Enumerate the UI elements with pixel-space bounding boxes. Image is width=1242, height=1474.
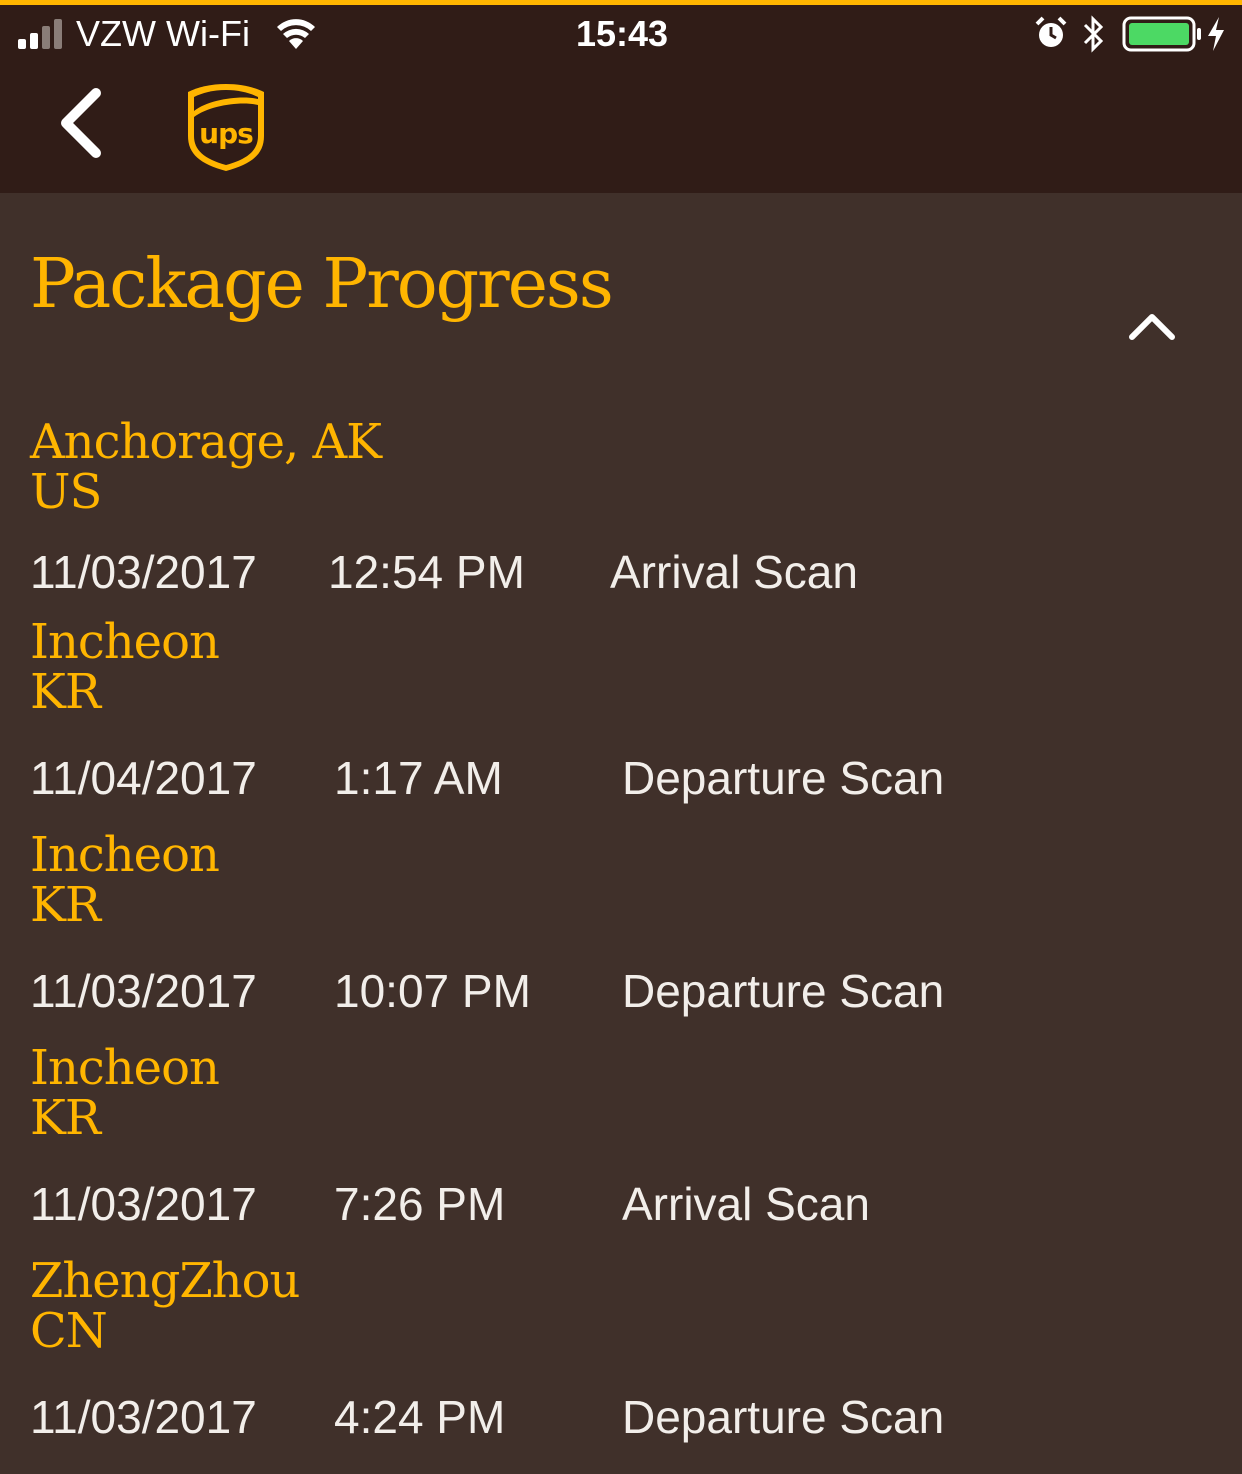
event-date: 11/04/2017 xyxy=(30,752,257,804)
event-time: 10:07 PM xyxy=(334,965,531,1017)
chevron-left-icon xyxy=(61,88,101,158)
event-city: Incheon xyxy=(30,614,220,670)
clock-label: 15:43 xyxy=(576,13,669,54)
carrier-label: VZW Wi-Fi xyxy=(76,13,250,54)
event-city: ZhengZhou xyxy=(30,1253,300,1309)
event-country: CN xyxy=(30,1303,108,1359)
nav-bar: ups xyxy=(0,65,1242,193)
event-details-row: 11/03/2017 4:24 PM Departure Scan xyxy=(30,1390,1220,1443)
event-country: KR xyxy=(30,664,101,720)
signal-strength-icon xyxy=(18,19,62,49)
bluetooth-icon xyxy=(1083,15,1104,53)
event-city: Incheon xyxy=(30,1040,220,1096)
event-time: 4:24 PM xyxy=(334,1391,506,1443)
event-date: 11/03/2017 xyxy=(30,1178,257,1230)
event-country: KR xyxy=(30,877,101,933)
event-details-row: 11/03/2017 12:54 PM Arrival Scan xyxy=(30,545,1220,598)
event-time: 1:17 AM xyxy=(334,752,503,804)
alarm-icon xyxy=(1035,16,1067,47)
event-activity: Arrival Scan xyxy=(622,1178,870,1230)
event-activity: Departure Scan xyxy=(622,965,945,1017)
progress-event: ZhengZhou CN 11/03/2017 4:24 PM Departur… xyxy=(30,1253,1220,1443)
collapse-button[interactable] xyxy=(1126,305,1178,345)
package-progress-section: Package Progress Anchorage, AK US 11/03/… xyxy=(0,193,1242,1474)
status-bar: VZW Wi-Fi 15:43 xyxy=(0,5,1242,65)
event-date: 11/03/2017 xyxy=(30,965,257,1017)
progress-event: Incheon KR 11/03/2017 10:07 PM Departure… xyxy=(30,827,1220,1017)
event-time: 12:54 PM xyxy=(328,546,525,598)
progress-event: Incheon KR 11/03/2017 7:26 PM Arrival Sc… xyxy=(30,1040,1220,1230)
svg-text:ups: ups xyxy=(199,117,253,150)
charging-bolt-icon xyxy=(1208,17,1224,51)
event-city: Anchorage, AK xyxy=(30,414,382,470)
event-details-row: 11/04/2017 1:17 AM Departure Scan xyxy=(30,751,1220,804)
event-city: Incheon xyxy=(30,827,220,883)
event-country: KR xyxy=(30,1090,101,1146)
progress-event: Incheon KR 11/04/2017 1:17 AM Departure … xyxy=(30,614,1220,804)
wifi-icon xyxy=(277,19,315,49)
event-time: 7:26 PM xyxy=(334,1178,506,1230)
event-activity: Departure Scan xyxy=(622,1391,945,1443)
battery-icon xyxy=(1122,16,1201,52)
event-date: 11/03/2017 xyxy=(30,546,257,598)
progress-event: Anchorage, AK US 11/03/2017 12:54 PM Arr… xyxy=(30,414,1220,598)
event-date: 11/03/2017 xyxy=(30,1391,257,1443)
chevron-up-icon xyxy=(1129,314,1175,340)
event-country: US xyxy=(30,464,102,520)
section-title: Package Progress xyxy=(30,245,614,324)
event-activity: Departure Scan xyxy=(622,752,945,804)
event-activity: Arrival Scan xyxy=(610,546,858,598)
back-button[interactable] xyxy=(52,87,112,159)
event-details-row: 11/03/2017 10:07 PM Departure Scan xyxy=(30,964,1220,1017)
event-details-row: 11/03/2017 7:26 PM Arrival Scan xyxy=(30,1177,1220,1230)
ups-logo: ups xyxy=(188,84,264,171)
